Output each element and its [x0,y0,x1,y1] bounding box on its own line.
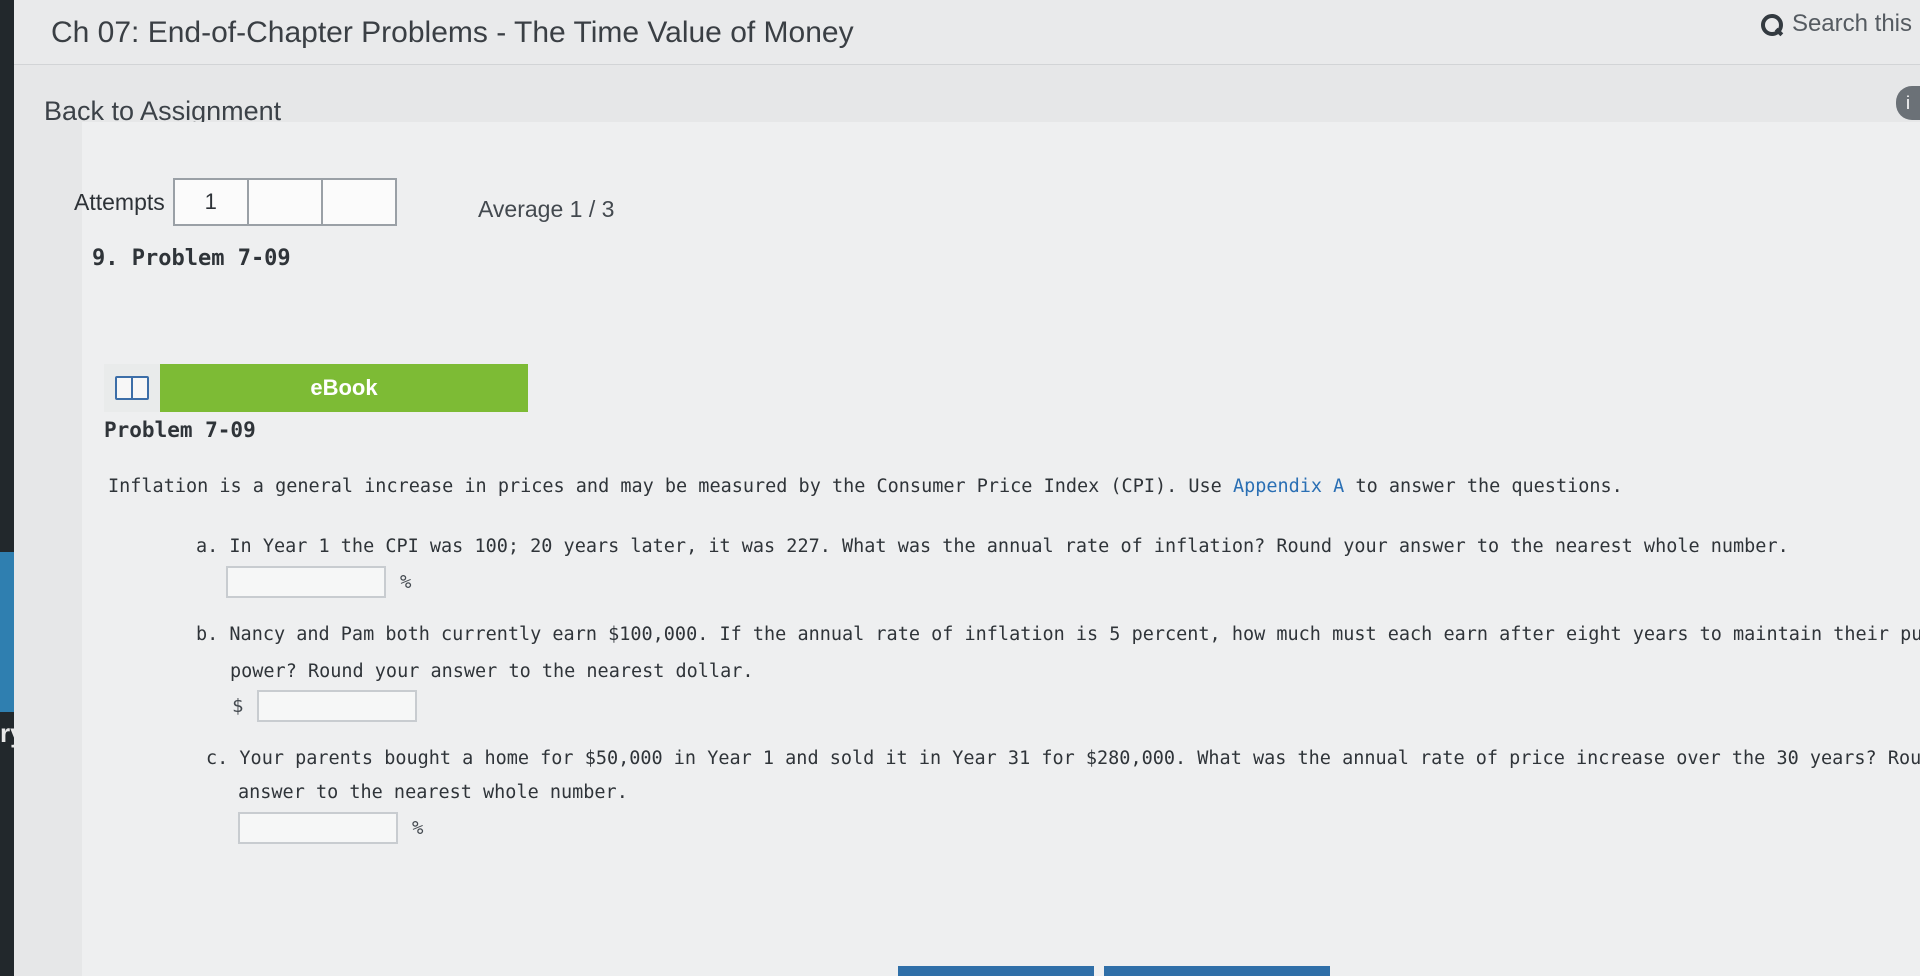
answer-row-a: % [226,566,411,598]
search-label[interactable]: Search this [1792,10,1912,38]
answer-b-input[interactable] [257,690,418,722]
question-c-text-continued: answer to the nearest whole number. [238,782,628,803]
bottom-action-button[interactable] [898,966,1094,976]
problem-number-title: 9. Problem 7-09 [92,246,291,271]
question-b-text: b. Nancy and Pam both currently earn $10… [196,624,1920,645]
header-bar: Ch 07: End-of-Chapter Problems - The Tim… [14,0,1920,65]
answer-a-unit: % [400,571,412,593]
attempt-boxes: 1 [172,178,397,226]
attempts-label: Attempts [74,188,165,215]
answer-c-unit: % [412,817,424,839]
attempt-box [323,180,395,224]
answer-a-input[interactable] [226,566,386,598]
problem-intro: Inflation is a general increase in price… [108,476,1623,497]
intro-text: Inflation is a general increase in price… [108,476,1233,497]
ebook-button[interactable]: eBook [160,364,528,412]
search-icon[interactable] [1760,13,1784,37]
problem-heading: Problem 7-09 [104,418,256,442]
question-c-text: c. Your parents bought a home for $50,00… [206,748,1920,769]
search-box[interactable]: Search this [1760,10,1912,38]
appendix-a-link[interactable]: Appendix A [1233,476,1344,497]
attempt-box [249,180,323,224]
answer-row-b: $ [232,690,418,722]
answer-row-c: % [238,812,423,844]
page-title: Ch 07: End-of-Chapter Problems - The Tim… [51,16,854,49]
bottom-action-button[interactable] [1104,966,1330,976]
question-a-text: a. In Year 1 the CPI was 100; 20 years l… [196,536,1789,557]
answer-b-unit: $ [232,695,244,717]
question-b-text-continued: power? Round your answer to the nearest … [230,661,754,682]
average-score: Average 1 / 3 [478,196,615,222]
book-icon [115,376,149,400]
attempts-tracker: Attempts 1 [74,178,397,226]
ebook-bar[interactable]: eBook [104,364,528,412]
info-icon[interactable]: i [1896,86,1920,120]
attempt-box: 1 [175,180,249,224]
answer-c-input[interactable] [238,812,398,844]
intro-end-text: to answer the questions. [1344,476,1623,497]
ebook-icon-cell[interactable] [104,364,160,412]
